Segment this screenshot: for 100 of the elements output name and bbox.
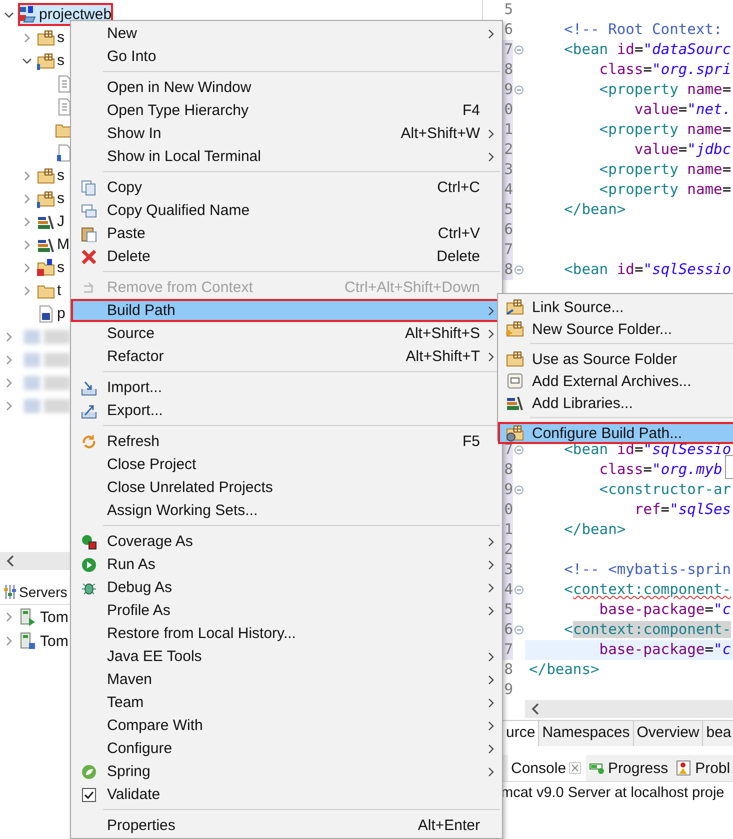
menu-item[interactable]: Spring bbox=[71, 760, 502, 783]
chevron-down-icon[interactable] bbox=[4, 10, 14, 20]
tree-item-label[interactable]: projectweb bbox=[39, 6, 112, 23]
line-number: 8 bbox=[503, 660, 513, 680]
menu-item[interactable]: Team bbox=[71, 691, 502, 714]
source-folder-icon bbox=[506, 298, 524, 316]
chevron-right-icon[interactable] bbox=[22, 216, 32, 226]
code-line: </bean> bbox=[563, 201, 626, 218]
view-tab[interactable]: Progress bbox=[586, 755, 674, 781]
menu-item[interactable]: Open in New Window bbox=[71, 76, 502, 99]
fold-icon[interactable] bbox=[514, 265, 524, 275]
menu-item[interactable]: Close Project bbox=[71, 453, 502, 476]
delete-icon bbox=[81, 248, 97, 264]
line-number: 7 bbox=[503, 640, 513, 660]
code-line: </beans> bbox=[529, 661, 600, 678]
server-label[interactable]: Tom bbox=[40, 632, 68, 650]
view-tab-label[interactable]: Probl bbox=[695, 760, 730, 776]
menu-item[interactable]: Delete Delete bbox=[71, 245, 502, 268]
code-line: base-package="c bbox=[598, 641, 732, 658]
menu-item[interactable]: Profile As bbox=[71, 599, 502, 622]
chevron-right-icon[interactable] bbox=[22, 32, 32, 42]
library-books-icon bbox=[506, 394, 524, 412]
fold-icon[interactable] bbox=[514, 85, 524, 95]
menu-item[interactable]: Debug As bbox=[71, 576, 502, 599]
tree-item-label[interactable]: s bbox=[57, 190, 64, 207]
code-line: base-package="c bbox=[598, 601, 732, 618]
tree-item-label[interactable]: s bbox=[57, 259, 64, 276]
fold-icon[interactable] bbox=[514, 45, 524, 55]
horizontal-scrollbar[interactable] bbox=[525, 700, 733, 718]
menu-item[interactable]: Assign Working Sets... bbox=[71, 499, 502, 522]
server-label[interactable]: Tom bbox=[40, 608, 68, 626]
fold-icon[interactable] bbox=[514, 625, 524, 635]
chevron-right-icon[interactable] bbox=[4, 612, 14, 622]
menu-item[interactable]: Paste Ctrl+V bbox=[71, 222, 502, 245]
menu-item[interactable]: Open Type Hierarchy F4 bbox=[71, 99, 502, 122]
line-number: 5 bbox=[503, 0, 513, 20]
line-number: 5 bbox=[503, 200, 513, 220]
tree-item-label[interactable]: s bbox=[57, 29, 64, 46]
chevron-right-icon[interactable] bbox=[4, 332, 14, 342]
checkbox[interactable] bbox=[82, 788, 96, 802]
menu-item[interactable]: Java EE Tools bbox=[71, 645, 502, 668]
line-number: 4 bbox=[503, 580, 513, 600]
view-tab-label[interactable]: Progress bbox=[608, 760, 668, 776]
menu-item[interactable]: Run As bbox=[71, 553, 502, 576]
editor-tab[interactable]: Namespaces bbox=[539, 721, 634, 746]
export-icon bbox=[81, 402, 97, 418]
tree-item-label[interactable]: M bbox=[57, 236, 70, 253]
blurred-tree-item bbox=[24, 376, 70, 390]
chevron-right-icon[interactable] bbox=[4, 636, 14, 646]
menu-item[interactable]: Configure bbox=[71, 737, 502, 760]
menu-item[interactable]: Go Into bbox=[71, 45, 502, 68]
tree-item-label[interactable]: p bbox=[57, 305, 66, 322]
package-folder-icon bbox=[37, 52, 55, 70]
menu-item[interactable]: Copy Qualified Name bbox=[71, 199, 502, 222]
menu-item[interactable]: Configure Build Path... bbox=[498, 422, 733, 444]
view-tab-label[interactable]: Servers bbox=[19, 584, 68, 600]
menu-item[interactable]: Close Unrelated Projects bbox=[71, 476, 502, 499]
editor-tab[interactable]: Overview bbox=[634, 721, 704, 746]
chevron-right-icon[interactable] bbox=[22, 286, 32, 296]
tree-item-label[interactable]: s bbox=[57, 52, 64, 69]
menu-item[interactable]: Show In Alt+Shift+W bbox=[71, 122, 502, 145]
chevron-right-icon[interactable] bbox=[22, 170, 32, 180]
view-tab[interactable]: Console bbox=[508, 755, 586, 781]
fold-icon[interactable] bbox=[514, 445, 524, 455]
fold-icon[interactable] bbox=[514, 585, 524, 595]
server-icon bbox=[18, 632, 36, 650]
code-line: <property name= bbox=[598, 121, 732, 138]
maven-file-icon bbox=[37, 304, 55, 322]
menu-item[interactable]: Coverage As bbox=[71, 530, 502, 553]
menu-item[interactable]: Maven bbox=[71, 668, 502, 691]
menu-item[interactable]: Compare With bbox=[71, 714, 502, 737]
sliders-icon bbox=[3, 584, 17, 600]
chevron-right-icon[interactable] bbox=[4, 400, 14, 410]
menu-item[interactable]: Validate bbox=[71, 783, 502, 806]
tree-item-label[interactable]: t bbox=[57, 282, 62, 299]
tree-item-label[interactable]: s bbox=[57, 167, 64, 184]
menu-item[interactable]: Copy Ctrl+C bbox=[71, 176, 502, 199]
chevron-down-icon[interactable] bbox=[22, 56, 32, 66]
editor-tab[interactable]: bea bbox=[703, 721, 733, 746]
view-tab-label[interactable]: Console bbox=[511, 760, 566, 776]
chevron-right-icon[interactable] bbox=[4, 354, 14, 364]
tree-item-label[interactable]: J bbox=[57, 213, 64, 230]
chevron-right-icon[interactable] bbox=[4, 378, 14, 388]
line-number: 4 bbox=[503, 180, 513, 200]
code-line: value="net. bbox=[633, 101, 732, 118]
line-number: 7 bbox=[503, 40, 513, 60]
chevron-right-icon[interactable] bbox=[22, 262, 32, 272]
chevron-right-icon[interactable] bbox=[22, 240, 32, 250]
menu-item[interactable]: Properties Alt+Enter bbox=[71, 814, 502, 837]
editor-tab[interactable]: urce bbox=[503, 721, 540, 746]
menu-item[interactable]: Restore from Local History... bbox=[71, 622, 502, 645]
line-number: 3 bbox=[503, 160, 513, 180]
scroll-left-icon[interactable] bbox=[531, 703, 541, 715]
close-icon[interactable] bbox=[569, 762, 582, 774]
view-tab[interactable]: Probl bbox=[673, 755, 733, 781]
menu-item[interactable]: Show in Local Terminal bbox=[71, 145, 502, 168]
fold-icon[interactable] bbox=[514, 485, 524, 495]
remove-icon bbox=[81, 280, 97, 296]
chevron-right-icon[interactable] bbox=[22, 194, 32, 204]
scroll-left-icon[interactable] bbox=[6, 555, 16, 567]
